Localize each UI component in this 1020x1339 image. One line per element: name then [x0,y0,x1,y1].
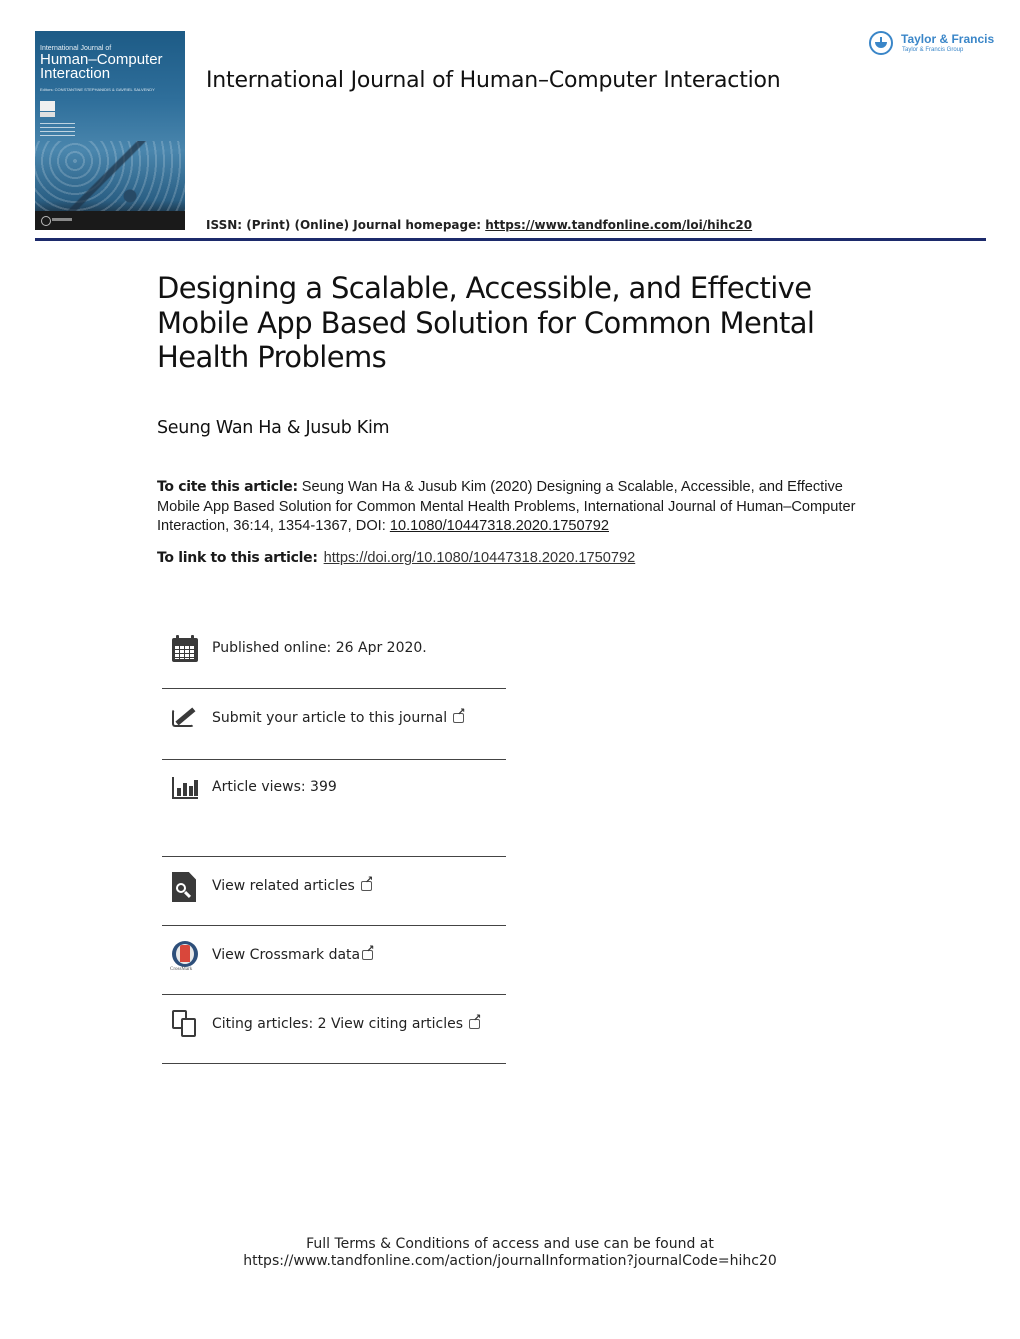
cover-title-line-2: Interaction [40,65,111,82]
issn-label: ISSN: (Print) (Online) Journal homepage: [206,218,486,232]
cite-doi-link[interactable]: 10.1080/10447318.2020.1750792 [390,518,609,534]
info-item-label: Article views: 399 [212,779,337,795]
info-item-published: Published online: 26 Apr 2020. [162,627,506,669]
info-item-label[interactable]: View related articles [212,878,355,894]
external-link-icon [360,875,373,891]
cover-artwork [35,141,185,211]
journal-homepage-link[interactable]: https://www.tandfonline.com/loi/hihc20 [485,218,752,232]
article-title: Designing a Scalable, Accessible, and Ef… [157,271,815,374]
info-item-citing-articles[interactable]: Citing articles: 2 View citing articles [162,995,506,1053]
article-link-line: To link to this article: https://doi.org/… [157,549,635,566]
footer-line-1: Full Terms & Conditions of access and us… [306,1236,714,1252]
info-item-text: Submit your article to this journal [212,707,465,726]
info-item-submit-article[interactable]: Submit your article to this journal [162,689,506,747]
info-item-related-articles[interactable]: View related articles [162,857,506,915]
info-item-label[interactable]: Citing articles: 2 View citing articles [212,1016,463,1032]
crossmark-caption: CrossMark [170,967,193,972]
info-item-article-views: Article views: 399 [162,760,506,814]
edit-icon [171,704,199,732]
link-label: To link to this article: [157,550,318,566]
article-authors: Seung Wan Ha & Jusub Kim [157,418,390,438]
cover-publisher-logo-icon [41,216,51,226]
info-item-text: Citing articles: 2 View citing articles [212,1013,481,1032]
info-item-label[interactable]: View Crossmark data [212,947,360,963]
search-document-icon [171,872,199,902]
cover-footer [35,211,185,230]
cover-volume-info [40,123,75,137]
info-item-crossmark[interactable]: CrossMark View Crossmark data [162,926,506,984]
footer-terms-link[interactable]: https://www.tandfonline.com/action/journ… [0,1253,1020,1270]
publisher-group: Taylor & Francis Group [902,47,964,53]
info-item-text: View Crossmark data [212,944,375,963]
cite-label: To cite this article: [157,479,298,495]
issn-line: ISSN: (Print) (Online) Journal homepage:… [206,218,752,232]
header-rule [35,238,986,241]
journal-title: International Journal of Human–Computer … [206,68,781,93]
external-link-icon [362,944,375,960]
cover-logo-strip [40,112,55,117]
cover-big-title: Human–Computer Interaction [40,52,163,82]
info-item-label: Published online: 26 Apr 2020. [212,640,427,656]
cover-editors: Editors: CONSTANTINE STEPHANIDIS & GAVRI… [40,87,155,92]
info-item-text: View related articles [212,875,373,894]
external-link-icon [453,707,465,723]
taylor-francis-lamp-icon [869,31,893,55]
copy-icon [171,1010,199,1038]
info-item-label[interactable]: Submit your article to this journal [212,710,447,726]
external-link-icon [469,1013,481,1029]
cover-hfes-logo [40,101,55,111]
terms-footer: Full Terms & Conditions of access and us… [0,1236,1020,1270]
article-doi-link[interactable]: https://doi.org/10.1080/10447318.2020.17… [324,550,636,566]
publisher-logo: Taylor & Francis Taylor & Francis Group [869,31,994,59]
article-info-list: Published online: 26 Apr 2020. Submit yo… [162,627,506,1064]
citation-block: To cite this article: Seung Wan Ha & Jus… [157,478,877,537]
crossmark-icon: CrossMark [170,941,199,972]
divider [162,1063,506,1064]
journal-cover-image: International Journal of Human–Computer … [35,31,185,230]
bar-chart-icon [171,773,199,801]
publisher-name: Taylor & Francis [901,32,995,46]
calendar-icon [171,634,199,662]
